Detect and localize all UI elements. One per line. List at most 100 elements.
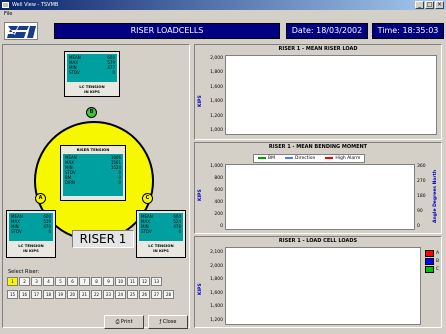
chart-title: RISER 1 - MEAN BENDING MOMENT xyxy=(268,144,368,150)
riser-select-button[interactable]: 26 xyxy=(139,290,150,299)
y-tick-label: 360 xyxy=(417,164,426,169)
riser-select-button[interactable]: 11 xyxy=(127,277,138,286)
time-display: Time: 18:35:03 xyxy=(372,23,444,39)
stat-label: DIRN xyxy=(65,180,76,185)
y-tick-label: 2,000 xyxy=(210,56,223,61)
riser-select-button[interactable]: 12 xyxy=(139,277,150,286)
riser-select-button[interactable]: 23 xyxy=(103,290,114,299)
legend-item: High Alarm xyxy=(325,155,360,162)
legend-item: Direction xyxy=(284,155,315,162)
riser-select-row-1: 1 2 3 4 5 6 7 8 9 10 11 12 13 xyxy=(7,277,162,286)
y-tick-label: 0 xyxy=(417,224,420,229)
riser-name-display: RISER 1 xyxy=(72,230,134,248)
riser-select-button[interactable]: 2 xyxy=(19,277,30,286)
riser-select-button[interactable]: 15 xyxy=(7,290,18,299)
close-button[interactable]: ƒ Close xyxy=(148,315,188,329)
y-tick-label: 200 xyxy=(214,212,223,217)
legend-item: B xyxy=(425,257,439,265)
riser-select-row-2: 15 16 17 18 19 20 21 22 23 24 25 26 27 28 xyxy=(7,290,174,299)
loadcell-a-values: MEAN 600 MAX 519 MIN 470 STDV 0 xyxy=(9,213,53,241)
chart-title: RISER 1 - MEAN RISER LOAD xyxy=(278,46,358,52)
load-cell-loads-chart: RISER 1 - LOAD CELL LOADS KIPS 2,100 2,00… xyxy=(194,236,442,328)
maximize-icon[interactable]: □ xyxy=(425,1,434,9)
window-title: Well View - TSVMB xyxy=(12,2,59,8)
close-button-label: Close xyxy=(162,319,177,325)
y-tick-label: 270 xyxy=(417,179,426,184)
riser-tension-values: MEAN 1606 MAX 1561 MIN 1524 STDV 0 BM 0 DIRN 0 xyxy=(63,154,123,196)
y-tick-label: 1,000 xyxy=(210,128,223,133)
riser-select-button[interactable]: 20 xyxy=(67,290,78,299)
y-tick-label: 800 xyxy=(214,176,223,181)
marker-a: A xyxy=(35,193,46,204)
menu-bar: File xyxy=(0,10,446,19)
y-tick-label: 1,800 xyxy=(210,70,223,76)
y-tick-label: 0 xyxy=(220,224,223,229)
legend-item: BM xyxy=(258,155,275,162)
stat-value: 0 xyxy=(178,229,181,234)
riser-select-button[interactable]: 9 xyxy=(103,277,114,286)
stat-value: 0 xyxy=(118,180,121,185)
y-tick-label: 90 xyxy=(417,209,423,214)
riser-select-button[interactable]: 21 xyxy=(79,290,90,299)
loadcell-c-box: MEAN 600 MAX 524 MIN 478 STDV 0 LC TENSION I… xyxy=(136,210,186,258)
chart-legend: BM Direction High Alarm xyxy=(253,154,366,163)
legend-item: C xyxy=(425,265,439,273)
y-tick-label: 1,600 xyxy=(210,84,223,90)
menu-file[interactable]: File xyxy=(4,11,12,17)
close-icon[interactable]: × xyxy=(435,1,444,9)
loadcell-b-values: MEAN 600 MAX 579 MIN 477 STDV 0 xyxy=(67,54,117,82)
riser-select-button[interactable]: 7 xyxy=(79,277,90,286)
riser-select-button[interactable]: 4 xyxy=(43,277,54,286)
y-tick-label: 600 xyxy=(214,188,223,193)
y-tick-label: 1,400 xyxy=(210,304,223,310)
riser-select-button[interactable]: 1 xyxy=(7,277,18,286)
print-button-label: Print xyxy=(121,319,133,325)
select-riser-label: Select Riser: xyxy=(8,269,40,275)
riser-select-button[interactable]: 17 xyxy=(31,290,42,299)
riser-select-button[interactable]: 16 xyxy=(19,290,30,299)
riser-select-button[interactable]: 27 xyxy=(151,290,162,299)
riser-select-button[interactable]: 28 xyxy=(163,290,174,299)
stat-label: STDV xyxy=(11,229,22,234)
y-tick-label: 2,100 xyxy=(210,250,223,255)
loadcell-units: IN KIPS xyxy=(23,248,39,253)
riser-select-button[interactable]: 8 xyxy=(91,277,102,286)
riser-select-button[interactable]: 24 xyxy=(115,290,126,299)
print-button[interactable]: ⎙ Print xyxy=(104,315,144,329)
printer-icon: ⎙ xyxy=(115,319,120,325)
mean-riser-load-chart: RISER 1 - MEAN RISER LOAD KIPS 2,000 1,80… xyxy=(194,44,442,140)
window-controls: _ □ × xyxy=(415,1,444,9)
stat-label: STDV xyxy=(141,229,152,234)
plot-area xyxy=(225,164,415,230)
stat-value: 0 xyxy=(112,70,115,75)
riser-select-button[interactable]: 25 xyxy=(127,290,138,299)
riser-select-button[interactable]: 6 xyxy=(67,277,78,286)
marker-b: B xyxy=(86,107,97,118)
y-tick-label: 1,200 xyxy=(210,318,223,323)
riser-select-button[interactable]: 19 xyxy=(55,290,66,299)
loadcell-units: IN KIPS xyxy=(153,248,169,253)
loadcell-a-box: MEAN 600 MAX 519 MIN 470 STDV 0 LC TENSION I… xyxy=(6,210,56,258)
date-display: Date: 18/03/2002 xyxy=(286,23,368,39)
riser-select-button[interactable]: 22 xyxy=(91,290,102,299)
riser-tension-box: RISER TENSION MEAN 1606 MAX 1561 MIN 1524 S… xyxy=(60,145,126,201)
riser-select-button[interactable]: 3 xyxy=(31,277,42,286)
chart-legend: A B C xyxy=(425,249,439,273)
y-tick-label: 2,000 xyxy=(210,263,223,269)
marker-c: C xyxy=(142,193,153,204)
riser-select-button[interactable]: 13 xyxy=(151,277,162,286)
riser-select-button[interactable]: 5 xyxy=(55,277,66,286)
riser-select-button[interactable]: 10 xyxy=(115,277,126,286)
riser-tension-title: RISER TENSION xyxy=(76,147,110,152)
y-tick-label: 1,800 xyxy=(210,277,223,283)
stat-label: STDV xyxy=(69,70,80,75)
bending-moment-chart: RISER 1 - MEAN BENDING MOMENT BM Directi… xyxy=(194,142,442,234)
window-title-bar: Well View - TSVMB xyxy=(0,0,446,10)
y-tick-label: 400 xyxy=(214,200,223,205)
y-tick-label: 1,600 xyxy=(210,290,223,296)
minimize-icon[interactable]: _ xyxy=(415,1,424,9)
y-tick-label: 180 xyxy=(417,194,426,199)
y-tick-label: 1,400 xyxy=(210,99,223,105)
riser-select-button[interactable]: 18 xyxy=(43,290,54,299)
page-title: RISER LOADCELLS xyxy=(54,23,280,39)
